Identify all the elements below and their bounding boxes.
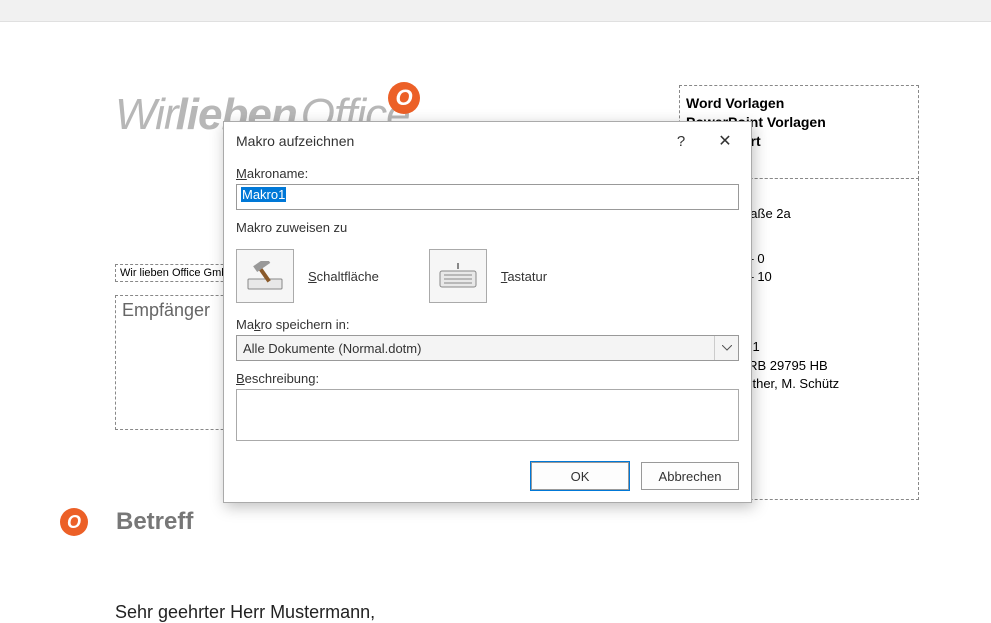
assign-button-caption: Schaltfläche	[308, 269, 379, 284]
dialog-title-bar[interactable]: Makro aufzeichnen ? ✕	[224, 122, 751, 160]
savein-select[interactable]: Alle Dokumente (Normal.dotm)	[236, 335, 739, 361]
side-link-word: Word Vorlagen	[686, 94, 912, 113]
macroname-label: Makroname:	[236, 166, 739, 181]
assign-label: Makro zuweisen zu	[236, 220, 739, 235]
greeting-line[interactable]: Sehr geehrter Herr Mustermann,	[115, 602, 375, 623]
record-macro-dialog: Makro aufzeichnen ? ✕ Makroname: Makro1 …	[223, 121, 752, 503]
cancel-button[interactable]: Abbrechen	[641, 462, 739, 490]
dialog-help-button[interactable]: ?	[661, 122, 701, 160]
assign-to-keyboard[interactable]: Tastatur	[429, 249, 547, 303]
savein-label: Makro speichern in:	[236, 317, 739, 332]
close-icon: ✕	[718, 131, 731, 151]
dialog-button-row: OK Abbrechen	[531, 462, 739, 490]
description-textarea[interactable]	[236, 389, 739, 441]
subject-row: O Betreff	[60, 508, 193, 536]
assign-row: Schaltfläche Tastatur	[236, 249, 739, 303]
ribbon-bar	[0, 0, 991, 22]
logo-o-icon: O	[388, 82, 420, 114]
recipient-placeholder: Empfänger	[122, 300, 210, 320]
ok-button[interactable]: OK	[531, 462, 629, 490]
savein-value: Alle Dokumente (Normal.dotm)	[236, 335, 739, 361]
macroname-value: Makro1	[241, 187, 286, 202]
macroname-input[interactable]: Makro1	[236, 184, 739, 210]
subject-o-icon: O	[60, 508, 88, 536]
chevron-down-icon[interactable]	[714, 336, 738, 360]
description-label: Beschreibung:	[236, 371, 739, 386]
dialog-close-button[interactable]: ✕	[705, 122, 745, 160]
hammer-button-icon	[236, 249, 294, 303]
dialog-title: Makro aufzeichnen	[236, 133, 354, 149]
logo-part1: Wir	[115, 90, 178, 140]
dialog-body: Makroname: Makro1 Makro zuweisen zu	[224, 160, 751, 453]
assign-keyboard-caption: Tastatur	[501, 269, 547, 284]
help-icon: ?	[677, 133, 685, 150]
assign-to-button[interactable]: Schaltfläche	[236, 249, 379, 303]
keyboard-icon	[429, 249, 487, 303]
subject-label[interactable]: Betreff	[116, 508, 193, 536]
